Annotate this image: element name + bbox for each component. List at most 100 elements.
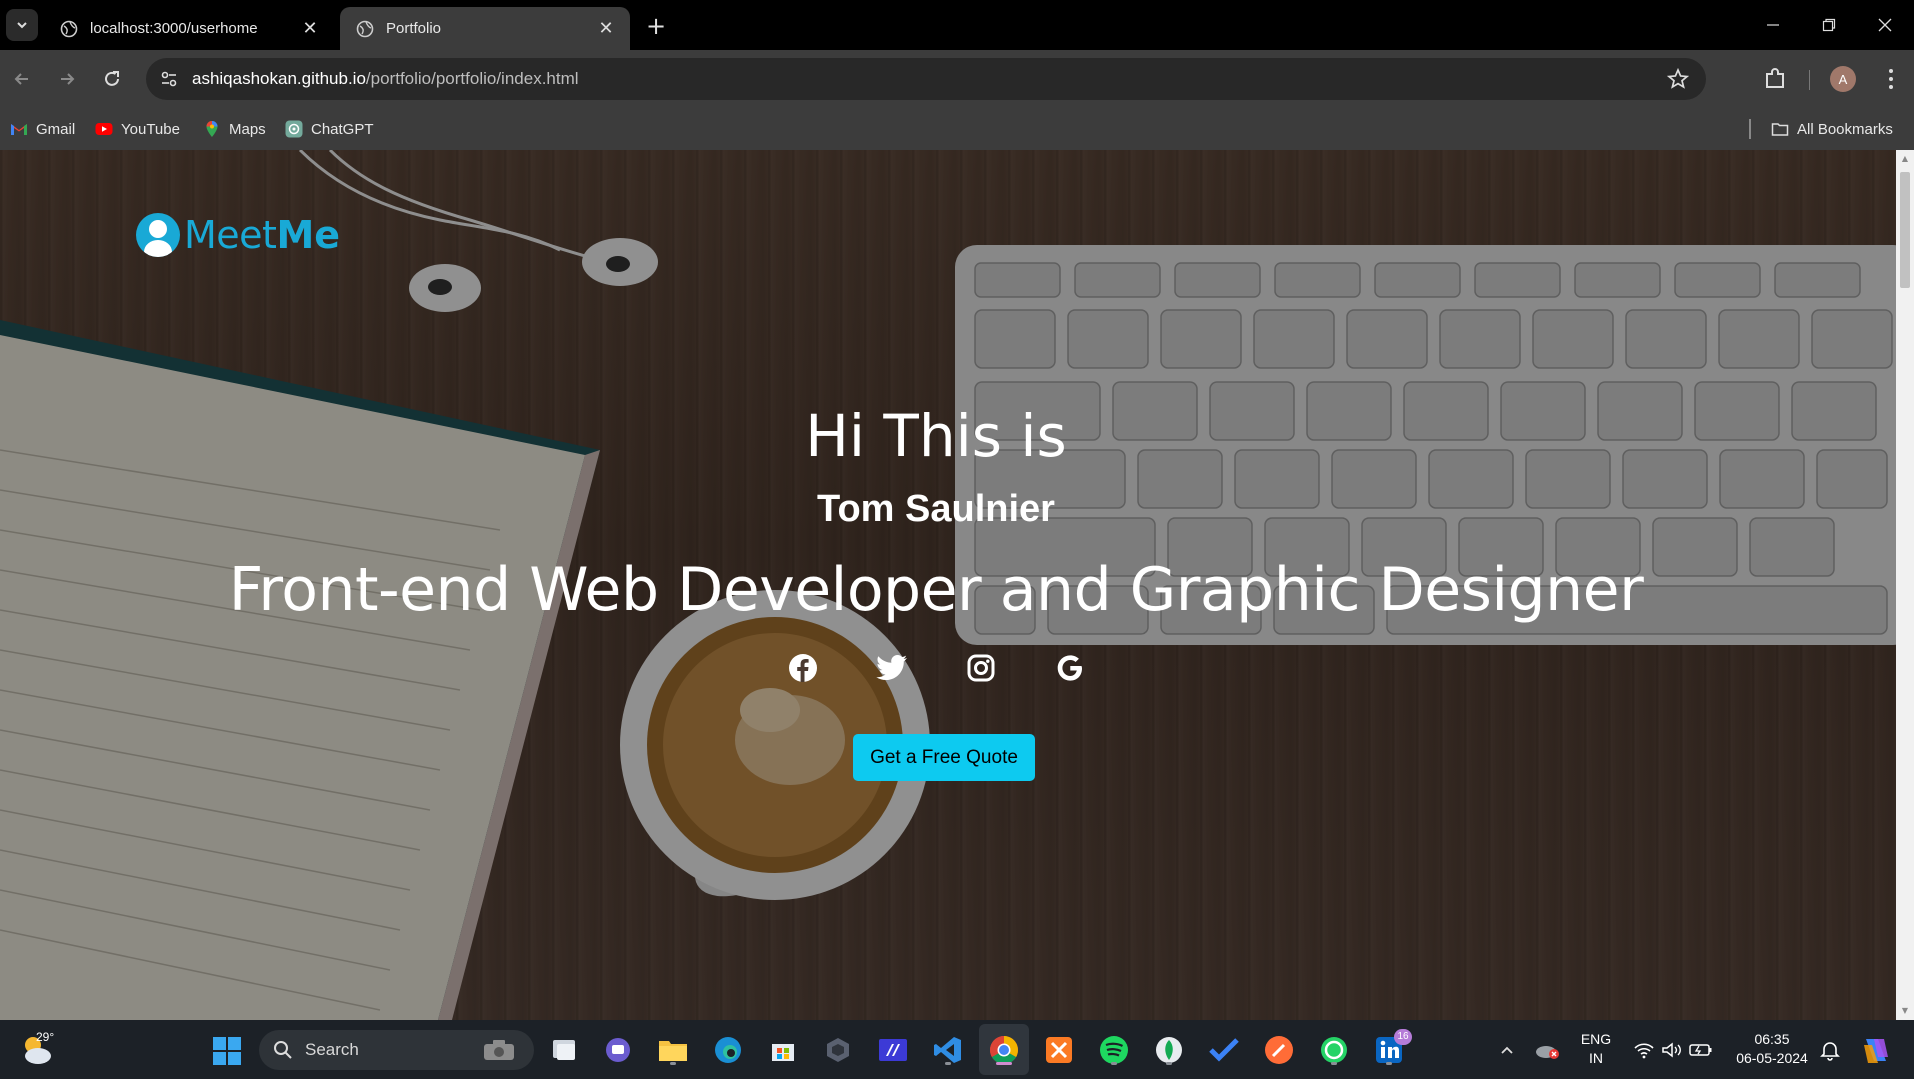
edge-icon [715, 1037, 741, 1063]
region-code: IN [1589, 1050, 1603, 1066]
mongodb-compass-button[interactable] [1152, 1033, 1186, 1067]
language-indicator[interactable]: ENG IN [1574, 1030, 1618, 1068]
vscode-icon [934, 1037, 961, 1063]
active-indicator [996, 1062, 1012, 1065]
bookmark-gmail[interactable]: Gmail [10, 116, 75, 142]
cube-icon [827, 1038, 849, 1062]
notifications-button[interactable] [1813, 1033, 1847, 1067]
task-view-icon [553, 1040, 575, 1060]
instagram-icon [967, 654, 994, 682]
arrow-right-icon [61, 73, 75, 85]
forward-button[interactable] [50, 62, 84, 96]
whatsapp-icon [1321, 1037, 1347, 1063]
google-link[interactable] [1054, 652, 1086, 684]
task-view-button[interactable] [547, 1033, 581, 1067]
site-info-button[interactable] [154, 64, 184, 94]
taskbar-search[interactable]: Search [259, 1030, 534, 1070]
windows-start-button[interactable] [213, 1037, 241, 1065]
vscode-button[interactable] [931, 1033, 965, 1067]
copilot-button[interactable] [1856, 1033, 1896, 1067]
hero-name: Tom Saulnier [817, 488, 1055, 530]
tab-portfolio[interactable]: Portfolio ✕ [340, 7, 630, 50]
close-icon[interactable]: ✕ [596, 18, 616, 39]
brand-name-light: Meet [184, 213, 277, 257]
clock-date: 06-05-2024 [1736, 1050, 1808, 1066]
store-icon [772, 1044, 794, 1061]
back-button[interactable] [5, 62, 39, 96]
folder-icon [1771, 123, 1789, 136]
check-icon [1209, 1038, 1239, 1062]
chrome-button[interactable] [987, 1033, 1021, 1067]
linkedin-button[interactable]: 16 [1372, 1029, 1412, 1067]
page-scrollbar[interactable]: ▲ ▼ [1896, 150, 1914, 1020]
scroll-thumb[interactable] [1900, 172, 1910, 288]
bell-icon [1820, 1042, 1840, 1061]
running-indicator [1111, 1062, 1117, 1065]
minimize-icon [1767, 24, 1779, 26]
instagram-link[interactable] [965, 652, 997, 684]
reload-button[interactable] [95, 62, 129, 96]
unity-button[interactable] [821, 1033, 855, 1067]
arrow-left-icon [14, 73, 28, 85]
minimize-button[interactable] [1750, 8, 1796, 42]
address-bar[interactable]: ashiqashokan.github.io/portfolio/portfol… [146, 58, 1706, 100]
search-label: Search [305, 1040, 359, 1059]
close-icon [1878, 18, 1892, 32]
twitter-link[interactable] [875, 652, 908, 684]
store-button[interactable] [766, 1033, 800, 1067]
facebook-link[interactable] [787, 652, 819, 684]
clock[interactable]: 06:35 06-05-2024 [1722, 1030, 1822, 1068]
close-window-button[interactable] [1862, 8, 1908, 42]
chat-icon [606, 1038, 630, 1062]
maps-icon [206, 121, 218, 137]
postman-button[interactable] [1262, 1033, 1296, 1067]
globe-icon [60, 20, 78, 37]
tune-icon [161, 71, 177, 87]
show-hidden-icons-button[interactable] [1490, 1033, 1524, 1067]
all-bookmarks-button[interactable]: All Bookmarks [1771, 116, 1893, 142]
wifi-icon [1634, 1043, 1654, 1059]
visual-studio-button[interactable] [876, 1033, 910, 1067]
running-indicator [1331, 1062, 1337, 1065]
bookmark-chatgpt[interactable]: ChatGPT [285, 116, 374, 142]
social-links [0, 652, 1872, 684]
chrome-icon [990, 1036, 1018, 1064]
extensions-icon[interactable] [1762, 66, 1788, 92]
scroll-down-icon[interactable]: ▼ [1900, 1006, 1910, 1016]
running-indicator [1166, 1062, 1172, 1065]
hero-greeting: Hi This is [805, 402, 1067, 470]
new-tab-button[interactable]: + [642, 12, 670, 40]
edge-button[interactable] [711, 1033, 745, 1067]
tab-strip: localhost:3000/userhome ✕ Portfolio ✕ + [0, 0, 1914, 50]
bookmark-maps[interactable]: Maps [203, 116, 266, 142]
xampp-button[interactable] [1042, 1033, 1076, 1067]
leaf-icon [1156, 1037, 1182, 1063]
teams-chat-button[interactable] [601, 1033, 635, 1067]
bookmark-youtube[interactable]: YouTube [95, 116, 180, 142]
whatsapp-button[interactable] [1317, 1033, 1351, 1067]
weather-temperature: 29° [36, 1030, 55, 1044]
profile-avatar[interactable]: A [1830, 66, 1856, 92]
scroll-up-icon[interactable]: ▲ [1900, 154, 1910, 164]
onedrive-status[interactable] [1530, 1033, 1564, 1067]
running-indicator [670, 1062, 676, 1065]
tab-localhost[interactable]: localhost:3000/userhome ✕ [44, 7, 334, 50]
spotify-button[interactable] [1097, 1033, 1131, 1067]
copilot-icon [1864, 1039, 1888, 1063]
chatgpt-icon [285, 120, 303, 138]
quick-settings-button[interactable] [1628, 1033, 1718, 1067]
close-icon[interactable]: ✕ [300, 18, 320, 39]
restore-button[interactable] [1806, 8, 1852, 42]
tab-search-button[interactable] [6, 9, 38, 41]
url-text[interactable]: ashiqashokan.github.io/portfolio/portfol… [192, 69, 579, 89]
star-icon[interactable] [1666, 67, 1690, 91]
folder-icon [659, 1041, 687, 1061]
browser-menu-button[interactable] [1878, 66, 1904, 92]
file-explorer-button[interactable] [656, 1033, 690, 1067]
cloud-icon [1536, 1046, 1559, 1059]
todo-button[interactable] [1207, 1033, 1241, 1067]
get-quote-button[interactable]: Get a Free Quote [853, 734, 1035, 781]
site-logo[interactable]: Meet Me [136, 210, 340, 260]
brand-name-bold: Me [276, 213, 341, 257]
postman-icon [1265, 1036, 1293, 1064]
